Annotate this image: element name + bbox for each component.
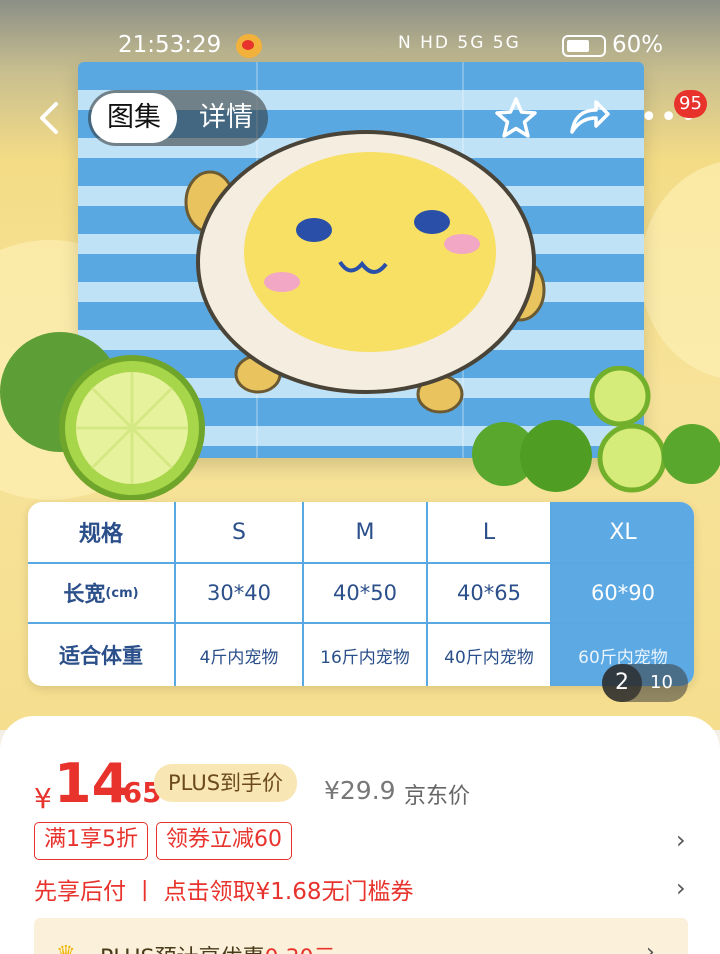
gallery-page-indicator: 2 10 (602, 664, 688, 702)
share-icon (570, 100, 610, 134)
battery-percent: 60% (612, 32, 664, 58)
table-cell: 40*65 (457, 581, 521, 605)
row-label-unit: (cm) (105, 585, 139, 601)
network-icons: N HD 5G 5G (398, 33, 521, 53)
limes-illustration (472, 366, 720, 493)
table-row-label: 适合体重 (59, 644, 143, 668)
back-button[interactable] (34, 98, 64, 147)
plus-savings-text: PLUS预计享优惠0.30元 (100, 940, 336, 954)
tab-gallery[interactable]: 图集 (91, 93, 177, 143)
table-cell: 30*40 (207, 581, 271, 605)
plus-savings-bar[interactable]: ♛ PLUS预计享优惠0.30元 › (34, 918, 688, 954)
original-price-label: 京东价 (404, 784, 471, 809)
gallery-detail-switch[interactable]: 图集 详情 (88, 90, 268, 146)
original-price: ¥29.9 (324, 776, 396, 805)
table-cell: 16斤内宠物 (320, 647, 410, 668)
chevron-right-icon[interactable]: › (676, 874, 686, 902)
favorite-button[interactable] (494, 96, 538, 144)
plus-savings-label: PLUS预计享优惠 (100, 946, 265, 954)
price-panel: ¥ 14 .65 PLUS到手价 ¥29.9 京东价 满1享5折 领券立减60 … (0, 716, 720, 954)
battery-icon (562, 35, 606, 57)
table-cell: 60*90 (591, 581, 655, 605)
star-icon (495, 97, 537, 138)
coupon-tag[interactable]: 领券立减60 (156, 822, 292, 860)
weibo-icon (236, 34, 262, 58)
table-header-xl: XL (609, 519, 637, 545)
table-cell: 40*50 (333, 581, 397, 605)
row-label-size: 长宽 (63, 582, 106, 606)
status-bar: 21:53:29 N HD 5G 5G 60% (0, 26, 720, 66)
background-glow (640, 160, 720, 380)
tab-details[interactable]: 详情 (186, 93, 266, 143)
coupon-tag[interactable]: 满1享5折 (34, 822, 148, 860)
table-header-m: M (355, 519, 375, 545)
price-currency: ¥ (34, 782, 52, 815)
table-row-label: 长宽 (cm) (28, 564, 174, 622)
plus-price-tag: PLUS到手价 (154, 764, 298, 802)
table-cell: 4斤内宠物 (199, 647, 279, 668)
plus-savings-amount: 0.30元 (265, 946, 336, 954)
table-cell: 40斤内宠物 (444, 647, 534, 668)
size-spec-table: 规格 S M L XL 长宽 (cm) 30*40 40*50 40*65 60*… (28, 502, 694, 686)
chevron-right-icon[interactable]: › (676, 826, 686, 854)
table-header-l: L (482, 519, 496, 545)
crown-icon: ♛ (56, 942, 76, 954)
table-header-spec: 规格 (78, 522, 123, 547)
notification-badge: 95 (674, 90, 707, 118)
chevron-right-icon: › (646, 940, 655, 954)
table-header-s: S (232, 519, 246, 545)
bnpl-link[interactable]: 先享后付 丨 点击领取¥1.68无门槛券 (34, 872, 413, 906)
current-page: 2 (602, 664, 642, 702)
lime-slice-illustration (0, 332, 205, 500)
status-time: 21:53:29 (118, 32, 222, 58)
chevron-left-icon (40, 102, 58, 134)
share-button[interactable] (566, 98, 610, 142)
total-pages: 10 (650, 672, 673, 693)
